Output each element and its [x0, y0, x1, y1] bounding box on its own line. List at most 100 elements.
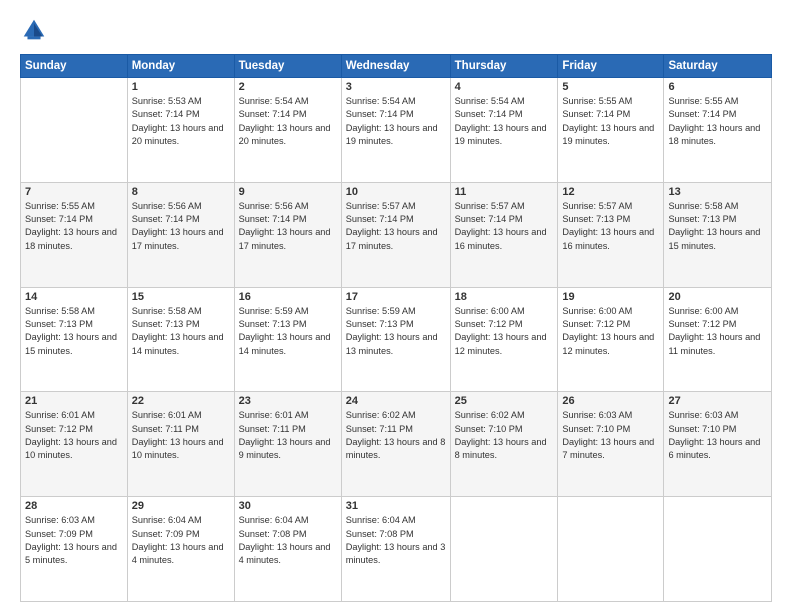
cell-info: Sunrise: 5:58 AMSunset: 7:13 PMDaylight:… — [132, 305, 230, 358]
calendar-cell: 18 Sunrise: 6:00 AMSunset: 7:12 PMDaylig… — [450, 287, 558, 392]
calendar-table: SundayMondayTuesdayWednesdayThursdayFrid… — [20, 54, 772, 602]
day-number: 15 — [132, 291, 230, 303]
day-number: 28 — [25, 500, 123, 512]
weekday-tuesday: Tuesday — [234, 55, 341, 78]
calendar-cell: 20 Sunrise: 6:00 AMSunset: 7:12 PMDaylig… — [664, 287, 772, 392]
day-number: 9 — [239, 186, 337, 198]
cell-info: Sunrise: 5:58 AMSunset: 7:13 PMDaylight:… — [25, 305, 123, 358]
day-number: 1 — [132, 81, 230, 93]
calendar-cell: 15 Sunrise: 5:58 AMSunset: 7:13 PMDaylig… — [127, 287, 234, 392]
cell-info: Sunrise: 6:01 AMSunset: 7:11 PMDaylight:… — [132, 409, 230, 462]
calendar-cell: 16 Sunrise: 5:59 AMSunset: 7:13 PMDaylig… — [234, 287, 341, 392]
day-number: 20 — [668, 291, 767, 303]
calendar-cell: 28 Sunrise: 6:03 AMSunset: 7:09 PMDaylig… — [21, 497, 128, 602]
calendar-cell: 29 Sunrise: 6:04 AMSunset: 7:09 PMDaylig… — [127, 497, 234, 602]
cell-info: Sunrise: 6:04 AMSunset: 7:08 PMDaylight:… — [239, 514, 337, 567]
cell-info: Sunrise: 5:55 AMSunset: 7:14 PMDaylight:… — [668, 95, 767, 148]
calendar-page: SundayMondayTuesdayWednesdayThursdayFrid… — [0, 0, 792, 612]
calendar-cell: 5 Sunrise: 5:55 AMSunset: 7:14 PMDayligh… — [558, 78, 664, 183]
calendar-cell: 11 Sunrise: 5:57 AMSunset: 7:14 PMDaylig… — [450, 182, 558, 287]
week-row-2: 7 Sunrise: 5:55 AMSunset: 7:14 PMDayligh… — [21, 182, 772, 287]
calendar-cell: 3 Sunrise: 5:54 AMSunset: 7:14 PMDayligh… — [341, 78, 450, 183]
calendar-cell: 24 Sunrise: 6:02 AMSunset: 7:11 PMDaylig… — [341, 392, 450, 497]
day-number: 13 — [668, 186, 767, 198]
cell-info: Sunrise: 5:57 AMSunset: 7:13 PMDaylight:… — [562, 200, 659, 253]
day-number: 6 — [668, 81, 767, 93]
day-number: 4 — [455, 81, 554, 93]
day-number: 12 — [562, 186, 659, 198]
week-row-3: 14 Sunrise: 5:58 AMSunset: 7:13 PMDaylig… — [21, 287, 772, 392]
cell-info: Sunrise: 6:00 AMSunset: 7:12 PMDaylight:… — [455, 305, 554, 358]
calendar-cell: 14 Sunrise: 5:58 AMSunset: 7:13 PMDaylig… — [21, 287, 128, 392]
weekday-monday: Monday — [127, 55, 234, 78]
weekday-thursday: Thursday — [450, 55, 558, 78]
cell-info: Sunrise: 6:04 AMSunset: 7:08 PMDaylight:… — [346, 514, 446, 567]
calendar-cell: 8 Sunrise: 5:56 AMSunset: 7:14 PMDayligh… — [127, 182, 234, 287]
cell-info: Sunrise: 5:55 AMSunset: 7:14 PMDaylight:… — [562, 95, 659, 148]
calendar-cell — [21, 78, 128, 183]
cell-info: Sunrise: 6:01 AMSunset: 7:12 PMDaylight:… — [25, 409, 123, 462]
day-number: 21 — [25, 395, 123, 407]
cell-info: Sunrise: 5:57 AMSunset: 7:14 PMDaylight:… — [346, 200, 446, 253]
weekday-sunday: Sunday — [21, 55, 128, 78]
cell-info: Sunrise: 5:56 AMSunset: 7:14 PMDaylight:… — [239, 200, 337, 253]
calendar-cell: 1 Sunrise: 5:53 AMSunset: 7:14 PMDayligh… — [127, 78, 234, 183]
calendar-cell: 9 Sunrise: 5:56 AMSunset: 7:14 PMDayligh… — [234, 182, 341, 287]
cell-info: Sunrise: 5:53 AMSunset: 7:14 PMDaylight:… — [132, 95, 230, 148]
calendar-cell: 26 Sunrise: 6:03 AMSunset: 7:10 PMDaylig… — [558, 392, 664, 497]
calendar-cell: 17 Sunrise: 5:59 AMSunset: 7:13 PMDaylig… — [341, 287, 450, 392]
calendar-cell: 23 Sunrise: 6:01 AMSunset: 7:11 PMDaylig… — [234, 392, 341, 497]
day-number: 16 — [239, 291, 337, 303]
week-row-1: 1 Sunrise: 5:53 AMSunset: 7:14 PMDayligh… — [21, 78, 772, 183]
calendar-cell: 27 Sunrise: 6:03 AMSunset: 7:10 PMDaylig… — [664, 392, 772, 497]
day-number: 17 — [346, 291, 446, 303]
weekday-header-row: SundayMondayTuesdayWednesdayThursdayFrid… — [21, 55, 772, 78]
cell-info: Sunrise: 6:00 AMSunset: 7:12 PMDaylight:… — [562, 305, 659, 358]
cell-info: Sunrise: 5:59 AMSunset: 7:13 PMDaylight:… — [346, 305, 446, 358]
cell-info: Sunrise: 5:58 AMSunset: 7:13 PMDaylight:… — [668, 200, 767, 253]
cell-info: Sunrise: 5:57 AMSunset: 7:14 PMDaylight:… — [455, 200, 554, 253]
calendar-cell: 10 Sunrise: 5:57 AMSunset: 7:14 PMDaylig… — [341, 182, 450, 287]
calendar-cell: 25 Sunrise: 6:02 AMSunset: 7:10 PMDaylig… — [450, 392, 558, 497]
day-number: 30 — [239, 500, 337, 512]
weekday-wednesday: Wednesday — [341, 55, 450, 78]
calendar-cell: 4 Sunrise: 5:54 AMSunset: 7:14 PMDayligh… — [450, 78, 558, 183]
cell-info: Sunrise: 5:54 AMSunset: 7:14 PMDaylight:… — [455, 95, 554, 148]
calendar-cell: 30 Sunrise: 6:04 AMSunset: 7:08 PMDaylig… — [234, 497, 341, 602]
cell-info: Sunrise: 6:03 AMSunset: 7:10 PMDaylight:… — [562, 409, 659, 462]
calendar-cell — [450, 497, 558, 602]
day-number: 2 — [239, 81, 337, 93]
calendar-cell: 19 Sunrise: 6:00 AMSunset: 7:12 PMDaylig… — [558, 287, 664, 392]
day-number: 11 — [455, 186, 554, 198]
calendar-cell: 6 Sunrise: 5:55 AMSunset: 7:14 PMDayligh… — [664, 78, 772, 183]
week-row-4: 21 Sunrise: 6:01 AMSunset: 7:12 PMDaylig… — [21, 392, 772, 497]
day-number: 8 — [132, 186, 230, 198]
day-number: 26 — [562, 395, 659, 407]
day-number: 31 — [346, 500, 446, 512]
day-number: 3 — [346, 81, 446, 93]
calendar-cell: 12 Sunrise: 5:57 AMSunset: 7:13 PMDaylig… — [558, 182, 664, 287]
cell-info: Sunrise: 6:02 AMSunset: 7:10 PMDaylight:… — [455, 409, 554, 462]
logo — [20, 16, 52, 44]
calendar-cell — [664, 497, 772, 602]
logo-icon — [20, 16, 48, 44]
cell-info: Sunrise: 6:02 AMSunset: 7:11 PMDaylight:… — [346, 409, 446, 462]
cell-info: Sunrise: 6:03 AMSunset: 7:09 PMDaylight:… — [25, 514, 123, 567]
cell-info: Sunrise: 5:54 AMSunset: 7:14 PMDaylight:… — [346, 95, 446, 148]
cell-info: Sunrise: 6:01 AMSunset: 7:11 PMDaylight:… — [239, 409, 337, 462]
week-row-5: 28 Sunrise: 6:03 AMSunset: 7:09 PMDaylig… — [21, 497, 772, 602]
day-number: 7 — [25, 186, 123, 198]
day-number: 19 — [562, 291, 659, 303]
cell-info: Sunrise: 6:00 AMSunset: 7:12 PMDaylight:… — [668, 305, 767, 358]
calendar-cell: 31 Sunrise: 6:04 AMSunset: 7:08 PMDaylig… — [341, 497, 450, 602]
cell-info: Sunrise: 6:03 AMSunset: 7:10 PMDaylight:… — [668, 409, 767, 462]
cell-info: Sunrise: 5:59 AMSunset: 7:13 PMDaylight:… — [239, 305, 337, 358]
cell-info: Sunrise: 5:54 AMSunset: 7:14 PMDaylight:… — [239, 95, 337, 148]
day-number: 22 — [132, 395, 230, 407]
weekday-saturday: Saturday — [664, 55, 772, 78]
cell-info: Sunrise: 6:04 AMSunset: 7:09 PMDaylight:… — [132, 514, 230, 567]
header — [20, 16, 772, 44]
calendar-cell — [558, 497, 664, 602]
cell-info: Sunrise: 5:55 AMSunset: 7:14 PMDaylight:… — [25, 200, 123, 253]
day-number: 5 — [562, 81, 659, 93]
